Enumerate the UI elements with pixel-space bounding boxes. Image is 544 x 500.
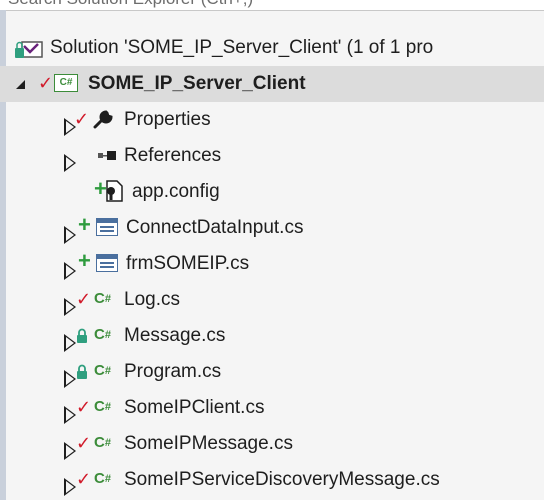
lock-icon <box>77 328 87 343</box>
item-label: Properties <box>124 109 211 130</box>
checked-in-icon: ✓ <box>74 109 90 129</box>
checked-in-icon: ✓ <box>76 289 92 309</box>
csharp-file-icon: C# <box>94 326 111 343</box>
item-label: Log.cs <box>124 289 180 310</box>
project-node[interactable]: ✓ C# SOME_IP_Server_Client <box>0 66 544 102</box>
checked-in-icon: ✓ <box>38 73 54 93</box>
collapse-arrow-icon[interactable] <box>16 80 25 89</box>
item-label: SomeIPClient.cs <box>124 397 265 418</box>
tree-item-references[interactable]: References <box>0 138 544 174</box>
expand-arrow-icon[interactable] <box>64 226 76 244</box>
expand-arrow-icon[interactable] <box>64 406 76 424</box>
csharp-file-icon: C# <box>94 470 111 487</box>
item-label: SomeIPServiceDiscoveryMessage.cs <box>124 469 440 490</box>
tree-item-log[interactable]: ✓ C# Log.cs <box>0 282 544 318</box>
references-icon <box>98 151 116 160</box>
tree-item-frmsomeip[interactable]: + frmSOMEIP.cs <box>0 246 544 282</box>
tree-item-message[interactable]: C# Message.cs <box>0 318 544 354</box>
tree-item-properties[interactable]: ✓ Properties <box>0 102 544 138</box>
tree-item-app-config[interactable]: + app.config <box>0 174 544 210</box>
form-icon <box>96 254 118 272</box>
csharp-file-icon: C# <box>94 290 111 307</box>
tree-item-someipclient[interactable]: ✓ C# SomeIPClient.cs <box>0 390 544 426</box>
csharp-file-icon: C# <box>94 434 111 451</box>
csharp-file-icon: C# <box>94 362 111 379</box>
search-bar[interactable]: Search Solution Explorer (Ctrl+;) <box>0 0 544 11</box>
csharp-file-icon: C# <box>94 398 111 415</box>
checked-in-icon: ✓ <box>76 469 92 489</box>
item-label: References <box>124 145 222 166</box>
expand-arrow-icon[interactable] <box>64 154 76 172</box>
pending-add-icon: + <box>78 212 91 237</box>
solution-icon <box>15 41 43 58</box>
item-label: Message.cs <box>124 325 226 346</box>
expand-arrow-icon[interactable] <box>64 262 76 280</box>
csharp-project-icon: C# <box>54 74 78 92</box>
expand-arrow-icon[interactable] <box>64 298 76 316</box>
expand-arrow-icon[interactable] <box>64 370 76 388</box>
wrench-icon <box>93 110 113 129</box>
item-label: app.config <box>132 181 220 202</box>
project-label: SOME_IP_Server_Client <box>88 73 306 94</box>
form-icon <box>96 218 118 236</box>
item-label: ConnectDataInput.cs <box>126 217 304 238</box>
item-label: SomeIPMessage.cs <box>124 433 293 454</box>
tree-item-connectdatainput[interactable]: + ConnectDataInput.cs <box>0 210 544 246</box>
pending-add-icon: + <box>78 248 91 273</box>
lock-icon <box>77 364 87 379</box>
solution-label: Solution 'SOME_IP_Server_Client' (1 of 1… <box>50 37 434 58</box>
expand-arrow-icon[interactable] <box>64 442 76 460</box>
expand-arrow-icon[interactable] <box>64 478 76 496</box>
tree-item-program[interactable]: C# Program.cs <box>0 354 544 390</box>
tree-item-someipservicediscoverymessage[interactable]: ✓ C# SomeIPServiceDiscoveryMessage.cs <box>0 462 544 498</box>
search-input[interactable]: Search Solution Explorer (Ctrl+;) <box>8 0 253 9</box>
checked-in-icon: ✓ <box>76 397 92 417</box>
item-label: Program.cs <box>124 361 222 382</box>
item-label: frmSOMEIP.cs <box>126 253 250 274</box>
config-file-icon <box>106 180 123 202</box>
checked-in-icon: ✓ <box>76 433 92 453</box>
expand-arrow-icon[interactable] <box>64 334 76 352</box>
tree-item-someipmessage[interactable]: ✓ C# SomeIPMessage.cs <box>0 426 544 462</box>
solution-node[interactable]: Solution 'SOME_IP_Server_Client' (1 of 1… <box>0 30 544 66</box>
